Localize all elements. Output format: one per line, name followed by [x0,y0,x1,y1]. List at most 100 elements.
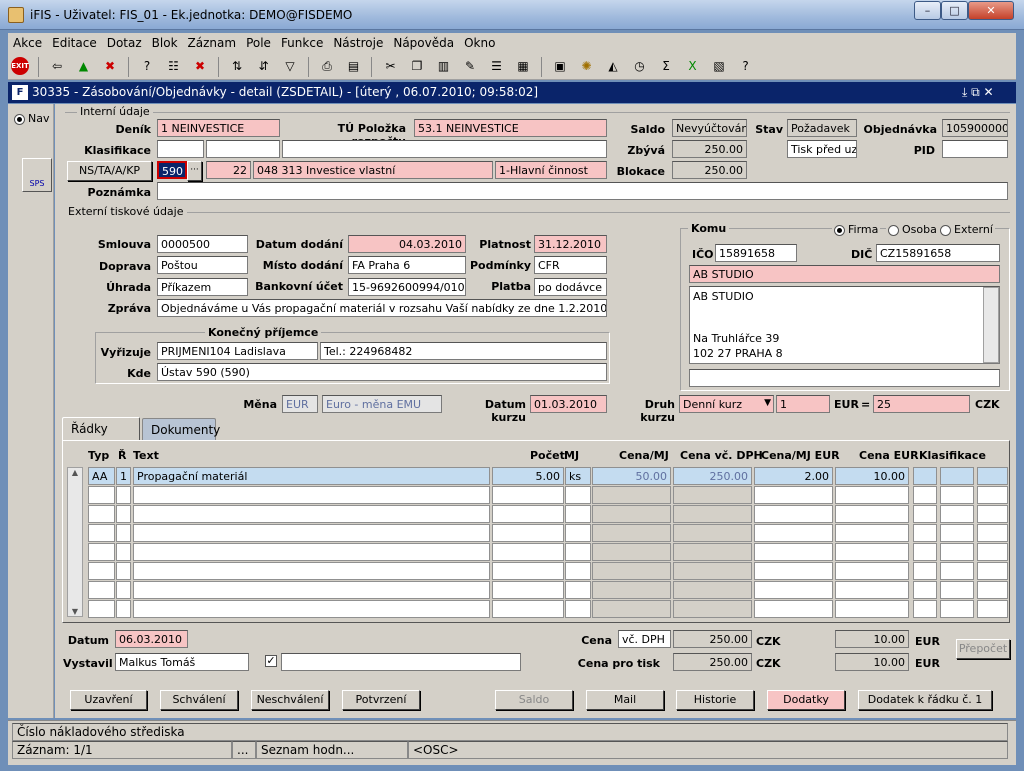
pid-field[interactable] [942,140,1008,158]
grid-cell-typ[interactable] [88,600,115,618]
grid-cell-pocet[interactable] [492,505,564,523]
grid-cell-mj[interactable] [565,505,591,523]
grid-cell-k2[interactable] [940,543,974,561]
edit-icon[interactable]: ✎ [461,57,479,75]
address-scrollbar[interactable] [983,287,999,363]
menu-zaznam[interactable]: Záznam [183,33,242,50]
platba-field[interactable]: po dodávce [534,278,607,296]
grid-cell-r[interactable] [116,524,131,542]
grid-cell-pocet[interactable] [492,543,564,561]
minimize-button[interactable]: – [914,1,941,20]
vyrizuje-tel-field[interactable]: Tel.: 224968482 [320,342,607,360]
grid-cell-text[interactable] [133,524,490,542]
rate-value-field[interactable]: 25 [873,395,970,413]
grid-cell-cena-mj[interactable] [592,486,671,504]
grid-cell-k2[interactable] [940,486,974,504]
menu-akce[interactable]: Akce [8,33,47,50]
grid-cell-k2[interactable] [940,562,974,580]
grid-cell-cena-dph[interactable] [673,562,752,580]
grid-cell-pocet[interactable] [492,581,564,599]
execute-query-icon[interactable]: ☷ [165,57,183,75]
grid-cell-k2[interactable] [940,524,974,542]
grid-cell-k3[interactable] [977,524,1008,542]
radio-osoba[interactable]: Osoba [886,223,939,236]
maximize-button[interactable]: □ [941,1,968,20]
druh-kurzu-select[interactable]: Denní kurz ▼ [679,395,774,413]
platnost-field[interactable]: 31.12.2010 [534,235,607,253]
grid-cell-cena-mj-eur[interactable] [754,562,833,580]
grid-cell-pocet[interactable]: 5.00 [492,467,564,485]
grid-cell-cena-eur[interactable] [835,600,909,618]
grid-cell-cena-mj-eur[interactable] [754,505,833,523]
dic-field[interactable]: CZ15891658 [876,244,1000,262]
misto-dodani-field[interactable]: FA Praha 6 [348,256,466,274]
grid-cell-cena-mj[interactable] [592,524,671,542]
grid-cell-k2[interactable] [940,600,974,618]
grid-cell-k3[interactable] [977,581,1008,599]
menu-dotaz[interactable]: Dotaz [102,33,147,50]
paste-icon[interactable]: ▥ [435,57,453,75]
grid-cell-typ[interactable] [88,581,115,599]
export-icon[interactable]: ▧ [710,57,728,75]
grid-cell-pocet[interactable] [492,524,564,542]
grid-cell-k2[interactable] [940,505,974,523]
grid-cell-cena-mj[interactable] [592,562,671,580]
grid-cell-k3[interactable] [977,562,1008,580]
klasifikace-field-1[interactable] [157,140,204,158]
klasifikace-field-3[interactable] [282,140,607,158]
grid-cell-cena-mj[interactable] [592,600,671,618]
dodatek-radku-button[interactable]: Dodatek k řádku č. 1 [858,690,992,710]
kp-text-field[interactable]: 1-Hlavní činnost [495,161,607,179]
delete-record-icon[interactable]: ✖ [101,57,119,75]
menu-funkce[interactable]: Funkce [276,33,328,50]
potvrzeni-button[interactable]: Potvrzení [342,690,420,710]
grid-cell-r[interactable] [116,600,131,618]
grid-cell-cena-mj[interactable] [592,581,671,599]
close-button[interactable]: ✕ [968,1,1014,20]
menu-okno[interactable]: Okno [459,33,500,50]
grid-cell-pocet[interactable] [492,486,564,504]
vystavil-field[interactable]: Malkus Tomáš [115,653,249,671]
save-icon[interactable]: ⇦ [48,57,66,75]
grid-cell-cena-eur[interactable]: 10.00 [835,467,909,485]
grid-cell-k1[interactable] [913,600,937,618]
company-extra-field[interactable] [689,369,1000,387]
grid-cell-r[interactable]: 1 [116,467,131,485]
tu-field[interactable]: 53.1 NEINVESTICE [414,119,607,137]
ns-code-field[interactable]: 590 [157,161,187,179]
list-icon[interactable]: ☰ [488,57,506,75]
kde-field[interactable]: Ústav 590 (590) [157,363,607,381]
query-icon[interactable]: ? [138,57,156,75]
vyrizuje-field[interactable]: PRIJMENI104 Ladislava [157,342,318,360]
grid-cell-cena-mj[interactable] [592,543,671,561]
podminky-field[interactable]: CFR [534,256,607,274]
radio-externi[interactable]: Externí [938,223,995,236]
excel-icon[interactable]: X [684,57,702,75]
grid-cell-mj[interactable] [565,486,591,504]
grid-cell-mj[interactable] [565,600,591,618]
grid-cell-cena-dph[interactable] [673,486,752,504]
menu-editace[interactable]: Editace [47,33,102,50]
grid-cell-cena-dph[interactable] [673,581,752,599]
sum-icon[interactable]: Σ [657,57,675,75]
grid-cell-cena-dph[interactable] [673,505,752,523]
uhrada-field[interactable]: Příkazem [157,278,248,296]
historie-button[interactable]: Historie [676,690,754,710]
grid-cell-k3[interactable] [977,486,1008,504]
saldo-button[interactable]: Saldo [495,690,573,710]
grid-cell-cena-eur[interactable] [835,562,909,580]
grid-cell-pocet[interactable] [492,562,564,580]
dodatky-button[interactable]: Dodatky [767,690,845,710]
menu-pole[interactable]: Pole [241,33,276,50]
grid-cell-k1[interactable] [913,562,937,580]
grid-cell-r[interactable] [116,581,131,599]
grid-cell-text[interactable]: Propagační materiál [133,467,490,485]
grid-cell-typ[interactable] [88,543,115,561]
grid-cell-k1[interactable] [913,505,937,523]
radio-firma[interactable]: Firma [832,223,881,236]
sps-button[interactable]: SPS [22,158,52,192]
exit-icon[interactable]: EXIT [11,57,29,75]
vystavil-checkbox[interactable]: ✓ [265,655,277,667]
grid-cell-cena-eur[interactable] [835,581,909,599]
grid-cell-cena-mj[interactable] [592,505,671,523]
